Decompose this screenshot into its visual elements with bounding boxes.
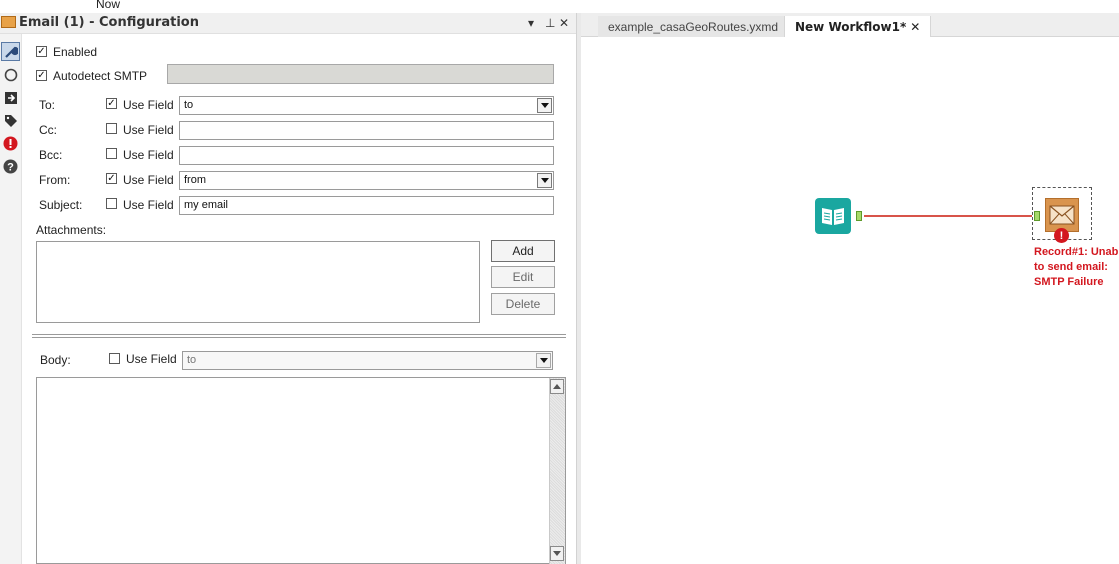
to-use-field-label: Use Field	[123, 98, 174, 112]
scroll-down-arrow-icon[interactable]	[550, 546, 564, 561]
scroll-up-arrow-icon[interactable]	[550, 379, 564, 394]
error-line: Record#1: Unabl	[1034, 246, 1119, 258]
edit-attachment-button[interactable]: Edit	[491, 266, 555, 288]
annotation-button[interactable]	[1, 65, 20, 84]
body-use-field-label: Use Field	[126, 352, 177, 366]
error-line: SMTP Failure	[1034, 276, 1104, 288]
from-use-field-label: Use Field	[123, 173, 174, 187]
help-icon: ?	[3, 159, 18, 174]
panel-pin-button[interactable]: ⊥	[545, 16, 555, 30]
wrench-icon	[4, 46, 18, 58]
checkmark-icon: ✓	[107, 98, 116, 109]
configuration-wrench-button[interactable]	[1, 42, 20, 61]
to-field-value: to	[184, 99, 194, 111]
to-label: To:	[39, 98, 56, 112]
cc-label: Cc:	[39, 123, 57, 137]
to-use-field-checkbox[interactable]: ✓	[106, 98, 117, 109]
tag-button[interactable]	[1, 111, 20, 130]
cc-use-field-label: Use Field	[123, 123, 174, 137]
from-use-field-checkbox[interactable]: ✓	[106, 173, 117, 184]
tool-error-badge-icon: !	[1054, 228, 1069, 243]
subject-use-field-checkbox[interactable]	[106, 198, 117, 209]
add-attachment-button[interactable]: Add	[491, 240, 555, 262]
enabled-label: Enabled	[53, 45, 98, 59]
output-anchor[interactable]	[856, 211, 862, 221]
tab-label: example_casaGeoRoutes.yxmd	[608, 19, 779, 34]
input-data-tool[interactable]	[815, 198, 851, 234]
subject-label: Subject:	[39, 198, 83, 212]
autodetect-smtp-label: Autodetect SMTP	[53, 69, 148, 83]
body-use-field-checkbox[interactable]	[109, 353, 120, 364]
output-button[interactable]	[1, 88, 20, 107]
subject-input[interactable]: my email	[179, 196, 554, 215]
tab-new-workflow1[interactable]: New Workflow1* ✕	[784, 16, 932, 37]
svg-text:?: ?	[7, 162, 14, 174]
body-scrollbar[interactable]	[549, 378, 565, 564]
to-field-select[interactable]: to	[179, 96, 554, 115]
subject-use-field-label: Use Field	[123, 198, 174, 212]
from-field-value: from	[184, 174, 206, 186]
checkmark-icon: ✓	[107, 173, 116, 184]
tab-example-casageoroutes[interactable]: example_casaGeoRoutes.yxmd	[598, 16, 789, 37]
body-textarea[interactable]	[36, 377, 566, 564]
help-button[interactable]: ?	[1, 157, 20, 176]
compass-icon	[4, 68, 17, 81]
export-icon	[4, 91, 17, 104]
to-dropdown-button[interactable]	[537, 98, 552, 113]
checkmark-icon: ✓	[37, 46, 46, 57]
body-label: Body:	[40, 353, 71, 367]
email-tool-icon	[1, 16, 16, 28]
checkmark-icon: ✓	[37, 70, 46, 81]
panel-title: Email (1) - Configuration	[19, 15, 199, 30]
delete-attachment-button[interactable]: Delete	[491, 293, 555, 315]
workflow-canvas[interactable]	[581, 37, 1119, 564]
tab-label: New Workflow1*	[795, 19, 907, 34]
body-field-select[interactable]: to	[182, 351, 553, 370]
from-field-select[interactable]: from	[179, 171, 554, 190]
bcc-label: Bcc:	[39, 148, 63, 162]
email-tool[interactable]	[1045, 198, 1079, 232]
from-dropdown-button[interactable]	[537, 173, 552, 188]
panel-close-button[interactable]: ✕	[559, 16, 569, 30]
section-splitter[interactable]	[32, 334, 566, 338]
smtp-server-field[interactable]	[167, 64, 554, 84]
errors-button[interactable]	[1, 134, 20, 153]
top-strip	[0, 0, 1119, 13]
bcc-input[interactable]	[179, 146, 554, 165]
body-field-value: to	[187, 354, 197, 366]
cc-input[interactable]	[179, 121, 554, 140]
bcc-use-field-checkbox[interactable]	[106, 148, 117, 159]
from-label: From:	[39, 173, 71, 187]
tag-icon	[4, 114, 17, 127]
cc-use-field-checkbox[interactable]	[106, 123, 117, 134]
attachments-label: Attachments:	[36, 223, 107, 237]
error-line: to send email:	[1034, 261, 1108, 273]
body-dropdown-button[interactable]	[536, 353, 551, 368]
envelope-icon	[1049, 205, 1075, 225]
bcc-use-field-label: Use Field	[123, 148, 174, 162]
enabled-checkbox[interactable]: ✓	[36, 46, 47, 57]
connection-line[interactable]	[864, 215, 1032, 217]
tab-close-icon[interactable]: ✕	[910, 20, 920, 34]
open-book-icon	[822, 208, 844, 225]
error-icon	[3, 136, 18, 151]
now-label: Now	[96, 0, 121, 11]
tool-error-message: Record#1: Unabl to send email: SMTP Fail…	[1034, 245, 1119, 290]
panel-menu-dropdown-button[interactable]: ▾	[528, 16, 534, 30]
attachments-list[interactable]	[36, 241, 480, 323]
autodetect-smtp-checkbox[interactable]: ✓	[36, 70, 47, 81]
